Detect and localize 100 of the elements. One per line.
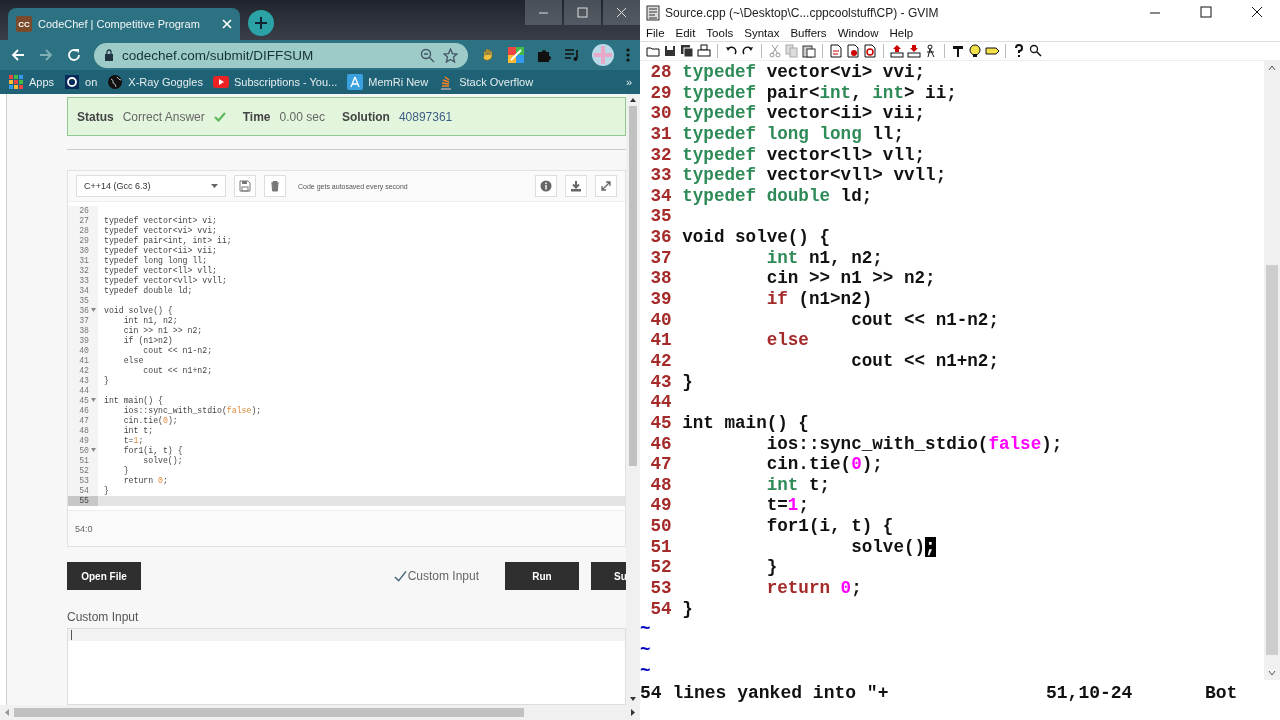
- scroll-thumb[interactable]: [1265, 265, 1279, 655]
- menu-item[interactable]: Syntax: [744, 27, 780, 39]
- solution-link[interactable]: 40897361: [398, 109, 453, 124]
- line-number: 43: [649, 371, 673, 392]
- line-number: 50: [649, 516, 673, 537]
- zoom-out-icon[interactable]: [420, 47, 435, 63]
- line-number: 46: [649, 433, 673, 454]
- floppy-icon[interactable]: [680, 44, 694, 58]
- line-number: 37: [649, 247, 673, 268]
- time-value: 0.00 sec: [279, 109, 325, 124]
- download-button[interactable]: [565, 175, 587, 198]
- tilde-marker: ~: [640, 660, 651, 681]
- bookmark[interactable]: X-Ray Goggles: [107, 74, 203, 90]
- printer-icon[interactable]: [697, 44, 711, 58]
- bookmark[interactable]: on: [64, 74, 98, 90]
- fold-caret-icon[interactable]: [91, 448, 96, 453]
- menu-icon[interactable]: [626, 47, 630, 63]
- menu-item[interactable]: Edit: [675, 27, 696, 39]
- custom-input-field[interactable]: [67, 628, 626, 705]
- run-button[interactable]: Run: [505, 562, 579, 591]
- menu-item[interactable]: Help: [889, 27, 914, 39]
- code-line: ios::sync_with_stdio(false);: [122, 406, 262, 416]
- reload-icon[interactable]: [66, 47, 82, 63]
- horizontal-scrollbar[interactable]: [0, 705, 640, 720]
- fullscreen-button[interactable]: [595, 175, 617, 198]
- tag-icon[interactable]: [985, 44, 999, 58]
- bulb-icon[interactable]: [968, 44, 982, 58]
- code-line: else: [765, 330, 809, 351]
- code-line: if (n1>n2): [122, 336, 173, 347]
- scroll-thumb[interactable]: [14, 708, 524, 717]
- code-line: }: [682, 371, 693, 392]
- open-file-button[interactable]: Open File: [67, 562, 141, 591]
- playlist-icon[interactable]: [564, 47, 580, 63]
- line-number: 39: [649, 289, 673, 310]
- browser-tab[interactable]: CC CodeChef | Competitive Program: [8, 8, 240, 40]
- bookmark[interactable]: MemRi New: [347, 74, 429, 90]
- line-number: 47: [79, 416, 89, 427]
- download-icon[interactable]: [907, 44, 921, 58]
- scissors-icon[interactable]: [768, 44, 782, 58]
- code-line: if (n1>n2): [765, 289, 873, 310]
- language-select[interactable]: C++14 (Gcc 6.3): [76, 175, 226, 198]
- line-number: 55: [79, 496, 89, 507]
- bookmark[interactable]: Subscriptions - You...: [212, 74, 338, 90]
- page-icon[interactable]: [846, 44, 860, 58]
- code-line: typedef vector<ii> vii;: [682, 103, 926, 124]
- code-line: return 0;: [122, 476, 168, 487]
- star-icon[interactable]: [443, 47, 458, 63]
- code-line: int t;: [765, 474, 831, 495]
- bookmark[interactable]: Stack Overflow: [438, 74, 534, 90]
- delete-button[interactable]: [264, 175, 286, 198]
- search-icon[interactable]: [1029, 44, 1043, 58]
- submit-button[interactable]: Su: [591, 562, 626, 591]
- document-icon: [646, 4, 660, 21]
- line-number: 49: [649, 495, 673, 516]
- question-icon[interactable]: [1012, 44, 1026, 58]
- more-bookmarks-button[interactable]: »: [625, 76, 632, 88]
- page-icon[interactable]: [863, 44, 877, 58]
- upload-icon[interactable]: [890, 44, 904, 58]
- line-number: 32: [649, 144, 673, 165]
- back-icon[interactable]: [10, 47, 26, 63]
- menu-item[interactable]: Tools: [706, 27, 734, 39]
- page-icon[interactable]: [829, 44, 843, 58]
- save-button[interactable]: [234, 175, 256, 198]
- info-button[interactable]: [535, 175, 557, 198]
- custom-input-checkbox[interactable]: Custom Input: [393, 569, 479, 584]
- colorful-square-icon[interactable]: [508, 47, 524, 63]
- floppy-icon: [239, 180, 251, 193]
- close-icon[interactable]: [222, 19, 232, 29]
- menu-item[interactable]: Buffers: [790, 27, 827, 39]
- floppy-icon[interactable]: [663, 44, 677, 58]
- code-line: cout << n1+n2;: [850, 350, 999, 371]
- menu-item[interactable]: Window: [837, 27, 879, 39]
- code-line: int main() {: [103, 396, 163, 406]
- scroll-thumb[interactable]: [628, 106, 638, 466]
- paste-icon[interactable]: [802, 44, 816, 58]
- code-line: typedef vector<vi> vvi;: [682, 62, 926, 82]
- vertical-scrollbar[interactable]: [1264, 61, 1280, 680]
- menu-item[interactable]: File: [646, 27, 665, 39]
- hand-icon[interactable]: [480, 47, 496, 63]
- vertical-scrollbar[interactable]: [626, 94, 640, 705]
- forward-icon[interactable]: [38, 47, 54, 63]
- line-number: 28: [79, 226, 89, 237]
- code-line: typedef vector<vi> vvi;: [103, 226, 217, 236]
- folder-icon[interactable]: [646, 44, 660, 58]
- code-line: typedef pair<int, int> ii;: [682, 82, 957, 103]
- bookmark[interactable]: Apps: [8, 74, 55, 90]
- puzzle-icon[interactable]: [536, 47, 552, 63]
- code-line: cout << n1-n2;: [850, 309, 999, 330]
- avatar[interactable]: [592, 44, 614, 66]
- fold-caret-icon[interactable]: [91, 308, 96, 313]
- line-number: 48: [79, 426, 89, 437]
- maximize-button[interactable]: [564, 0, 601, 25]
- new-tab-button[interactable]: [248, 10, 274, 36]
- line-number: 38: [79, 326, 89, 337]
- code-line: solve();: [142, 456, 183, 467]
- address-bar[interactable]: codechef.com/submit/DIFFSUM: [94, 42, 468, 68]
- line-number: 28: [649, 62, 673, 82]
- fold-caret-icon[interactable]: [91, 398, 96, 403]
- code-line: typedef vector<ii> vii;: [103, 246, 217, 256]
- line-number: 27: [79, 216, 89, 227]
